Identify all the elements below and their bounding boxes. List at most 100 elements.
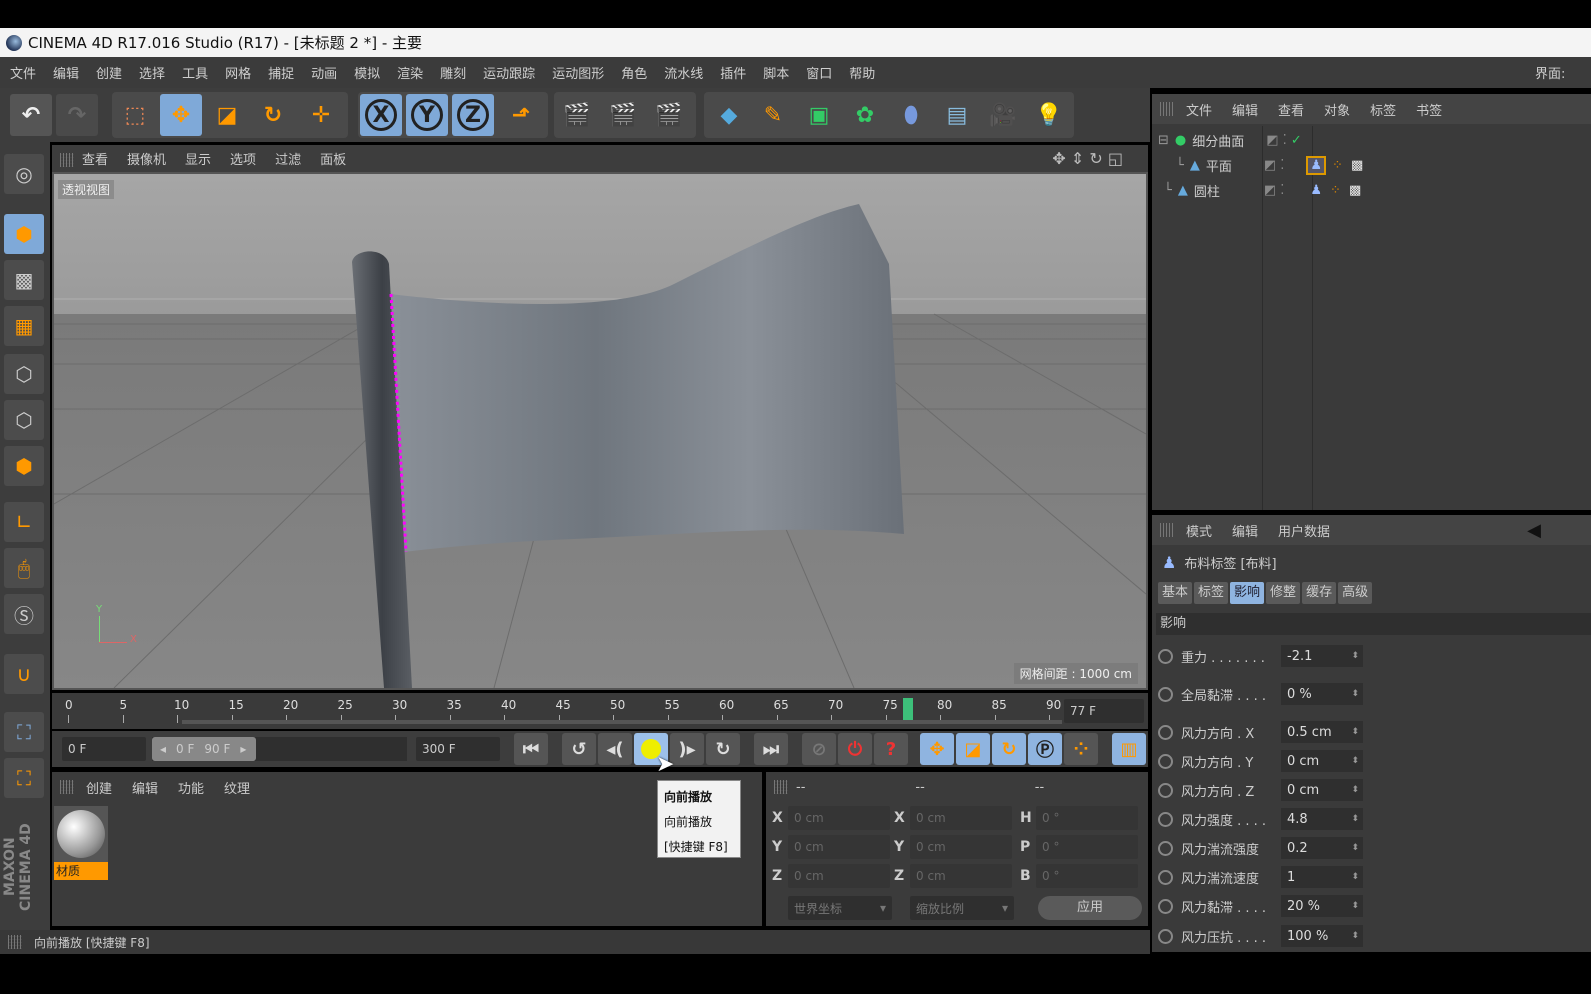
- timeline[interactable]: 0 5 10 15 20 25 30 35 40 45 50 55 60 65 70 75 80 85 90 77 …: [52, 693, 1148, 729]
- cloth-tag-icon[interactable]: ♟: [1306, 155, 1327, 175]
- menu-file[interactable]: 文件: [10, 63, 36, 82]
- viewport-menu-panel[interactable]: 面板: [320, 149, 346, 168]
- coord-field[interactable]: 0 °: [1036, 806, 1138, 830]
- points-mode-icon[interactable]: ⬡: [4, 354, 44, 394]
- param-field[interactable]: 0 % ⬍: [1281, 683, 1363, 705]
- object-menu-bookmarks[interactable]: 书签: [1416, 100, 1442, 119]
- viewport-menu-display[interactable]: 显示: [185, 149, 211, 168]
- y-axis-lock-button[interactable]: Y: [406, 94, 448, 136]
- start-frame-field[interactable]: 0 F: [62, 737, 146, 761]
- coord-field[interactable]: 0 cm: [910, 806, 1012, 830]
- stepper-icon[interactable]: ⬍: [1351, 785, 1359, 795]
- stepper-icon[interactable]: ⬍: [1351, 843, 1359, 853]
- menu-edit[interactable]: 编辑: [53, 63, 79, 82]
- make-editable-icon[interactable]: ◎: [4, 154, 44, 194]
- enabled-check-icon[interactable]: ✓: [1291, 133, 1302, 148]
- coordinate-mode-dropdown[interactable]: 世界坐标 ▾: [788, 896, 892, 920]
- viewport-menu-cameras[interactable]: 摄像机: [127, 149, 166, 168]
- animate-radio[interactable]: [1158, 928, 1173, 944]
- material-menu-function[interactable]: 功能: [178, 778, 204, 797]
- previous-frame-button[interactable]: ◂(: [598, 733, 632, 765]
- menu-render[interactable]: 渲染: [397, 63, 423, 82]
- z-axis-lock-button[interactable]: Z: [452, 94, 494, 136]
- param-field[interactable]: -2.1 ⬍: [1281, 645, 1363, 667]
- coord-field[interactable]: 0 °: [1036, 835, 1138, 859]
- param-field[interactable]: 0 cm ⬍: [1281, 750, 1363, 772]
- object-row-plane[interactable]: └ ▲ 平面 ◩ ⁚ ♟ ⁘ ▩: [1152, 152, 1591, 178]
- material-tag-icon[interactable]: ⁘: [1332, 158, 1343, 173]
- playhead[interactable]: [903, 698, 914, 720]
- lock-workplane-icon[interactable]: ⛶: [4, 712, 44, 752]
- attr-menu-edit[interactable]: 编辑: [1232, 521, 1258, 540]
- menu-script[interactable]: 脚本: [763, 63, 789, 82]
- coord-field[interactable]: 0 °: [1036, 864, 1138, 888]
- previous-key-button[interactable]: ↺: [562, 733, 596, 765]
- key-scale-icon[interactable]: ◪: [956, 733, 990, 765]
- animate-radio[interactable]: [1158, 724, 1173, 740]
- autokeying-icon[interactable]: ⏻: [838, 733, 872, 765]
- menu-pipeline[interactable]: 流水线: [664, 63, 703, 82]
- coordinate-system-icon[interactable]: ⬏: [500, 94, 542, 136]
- menu-create[interactable]: 创建: [96, 63, 122, 82]
- key-position-icon[interactable]: ✥: [920, 733, 954, 765]
- texture-mode-icon[interactable]: ▩: [4, 260, 44, 300]
- visibility-toggle[interactable]: ◩ ⁚: [1264, 158, 1285, 173]
- back-arrow-icon[interactable]: ◀: [1527, 520, 1541, 541]
- material-menu-texture[interactable]: 纹理: [224, 778, 250, 797]
- grip-icon[interactable]: [1160, 102, 1174, 116]
- scale-mode-dropdown[interactable]: 缩放比例 ▾: [910, 896, 1014, 920]
- attr-menu-user-data[interactable]: 用户数据: [1278, 521, 1330, 540]
- animate-radio[interactable]: [1158, 686, 1173, 702]
- menu-character[interactable]: 角色: [621, 63, 647, 82]
- attr-menu-mode[interactable]: 模式: [1186, 521, 1212, 540]
- render-settings-icon[interactable]: 🎬: [648, 94, 690, 136]
- menu-simulate[interactable]: 模拟: [354, 63, 380, 82]
- object-menu-view[interactable]: 查看: [1278, 100, 1304, 119]
- object-row-subdivision-surface[interactable]: ⊟ ● 细分曲面 ◩ ⁚ ✓: [1152, 127, 1591, 153]
- menu-sculpt[interactable]: 雕刻: [440, 63, 466, 82]
- param-field[interactable]: 4.8 ⬍: [1281, 808, 1363, 830]
- stepper-icon[interactable]: ⬍: [1351, 651, 1359, 661]
- next-key-button[interactable]: ↻: [706, 733, 740, 765]
- coord-field[interactable]: 0 cm: [788, 864, 890, 888]
- menu-plugins[interactable]: 插件: [720, 63, 746, 82]
- edges-mode-icon[interactable]: ⬡: [4, 400, 44, 440]
- coord-field[interactable]: 0 cm: [910, 835, 1012, 859]
- end-frame-field[interactable]: 300 F: [416, 737, 500, 761]
- redo-button[interactable]: ↷: [56, 94, 98, 136]
- attr-tab[interactable]: 修整: [1266, 582, 1301, 604]
- grip-icon[interactable]: [1160, 523, 1174, 537]
- param-field[interactable]: 0 cm ⬍: [1281, 779, 1363, 801]
- menu-motion-tracking[interactable]: 运动跟踪: [483, 63, 535, 82]
- cloth-collider-tag-icon[interactable]: ♟: [1310, 183, 1322, 198]
- param-field[interactable]: 1 ⬍: [1281, 866, 1363, 888]
- object-menu-tags[interactable]: 标签: [1370, 100, 1396, 119]
- last-tool-icon[interactable]: ✛: [300, 94, 342, 136]
- snap-icon[interactable]: Ⓢ: [4, 594, 44, 634]
- animate-radio[interactable]: [1158, 753, 1173, 769]
- go-to-end-button[interactable]: ⏭: [754, 733, 788, 765]
- animate-radio[interactable]: [1158, 648, 1173, 664]
- param-field[interactable]: 20 % ⬍: [1281, 895, 1363, 917]
- menu-tools[interactable]: 工具: [182, 63, 208, 82]
- material-menu-create[interactable]: 创建: [86, 778, 112, 797]
- coord-field[interactable]: 0 cm: [788, 806, 890, 830]
- viewport-menu-options[interactable]: 选项: [230, 149, 256, 168]
- attr-tab[interactable]: 影响: [1230, 582, 1265, 604]
- viewport-menu-filter[interactable]: 过滤: [275, 149, 301, 168]
- menu-animate[interactable]: 动画: [311, 63, 337, 82]
- attr-tab[interactable]: 标签: [1194, 582, 1229, 604]
- next-frame-button[interactable]: )▸: [670, 733, 704, 765]
- visibility-toggle[interactable]: ◩ ⁚: [1266, 133, 1287, 148]
- stepper-icon[interactable]: ⬍: [1351, 901, 1359, 911]
- menu-mograph[interactable]: 运动图形: [552, 63, 604, 82]
- model-mode-icon[interactable]: ⬢: [4, 214, 44, 254]
- workplane-icon[interactable]: ▦: [4, 306, 44, 346]
- current-frame-field[interactable]: 77 F: [1064, 699, 1144, 723]
- move-tool-icon[interactable]: ✥: [160, 94, 202, 136]
- perspective-viewport[interactable]: 透视视图 网格间距 : 1000 cm Y X: [52, 172, 1148, 690]
- magnet-icon[interactable]: ∪: [4, 654, 44, 694]
- camera-icon[interactable]: 🎥: [982, 94, 1024, 136]
- frame-range-slider[interactable]: ◂ 0 F 90 F ▸: [152, 737, 407, 761]
- menu-select[interactable]: 选择: [139, 63, 165, 82]
